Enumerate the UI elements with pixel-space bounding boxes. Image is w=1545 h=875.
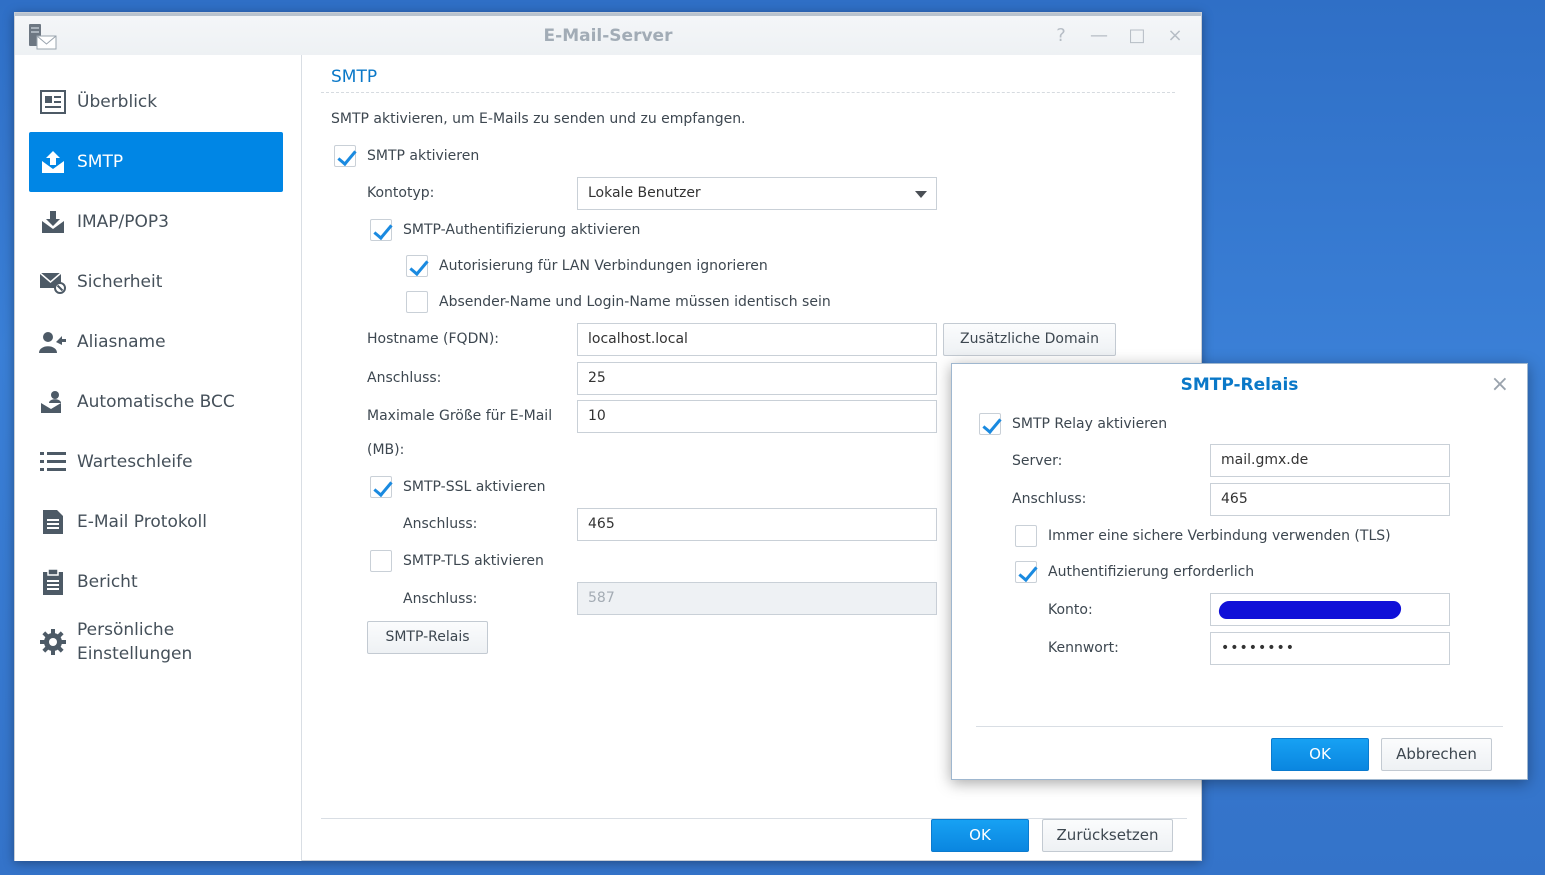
clipboard-report-icon	[39, 568, 67, 596]
hostname-input[interactable]: localhost.local	[577, 323, 937, 356]
ok-button[interactable]: OK	[931, 819, 1029, 852]
account-type-select[interactable]: Lokale Benutzer	[577, 177, 937, 210]
max-size-input[interactable]: 10	[577, 400, 937, 433]
relay-port-input[interactable]: 465	[1210, 483, 1450, 516]
account-type-label: Kontotyp:	[367, 185, 435, 201]
sidebar-item-imap-pop3[interactable]: IMAP/POP3	[29, 192, 283, 252]
ssl-enable-checkbox[interactable]	[370, 476, 392, 498]
tls-enable-checkbox[interactable]	[370, 550, 392, 572]
gear-icon	[39, 628, 67, 656]
password-input[interactable]: ••••••••	[1210, 632, 1450, 665]
sidebar-item-queue[interactable]: Warteschleife	[29, 432, 283, 492]
reset-button[interactable]: Zurücksetzen	[1042, 819, 1173, 852]
title-bar: E-Mail-Server ? — □ ×	[15, 13, 1201, 55]
tls-enable-label: SMTP-TLS aktivieren	[403, 553, 544, 569]
sidebar-item-personal-settings[interactable]: Persönliche Einstellungen	[29, 612, 283, 672]
password-label: Kennwort:	[1048, 640, 1119, 656]
sidebar-item-label: Sicherheit	[77, 272, 163, 292]
auth-required-checkbox[interactable]	[1015, 561, 1037, 583]
hostname-label: Hostname (FQDN):	[367, 331, 499, 347]
maximize-icon[interactable]: □	[1127, 26, 1147, 46]
smtp-auth-label: SMTP-Authentifizierung aktivieren	[403, 222, 641, 238]
sidebar-item-label: SMTP	[77, 152, 124, 172]
server-input[interactable]: mail.gmx.de	[1210, 444, 1450, 477]
sidebar-item-security[interactable]: Sicherheit	[29, 252, 283, 312]
server-label: Server:	[1012, 453, 1063, 469]
window-title: E-Mail-Server	[543, 26, 673, 46]
smtp-auth-checkbox[interactable]	[370, 219, 392, 241]
lan-ignore-label: Autorisierung für LAN Verbindungen ignor…	[439, 258, 768, 274]
sidebar: Überblick SMTP IMAP/POP3 Sicherheit Alia…	[15, 55, 302, 861]
port-input[interactable]: 25	[577, 362, 937, 395]
sidebar-item-overview[interactable]: Überblick	[29, 72, 283, 132]
sidebar-item-label: E-Mail Protokoll	[77, 512, 207, 532]
tls-port-label: Anschluss:	[403, 591, 478, 607]
smtp-relay-dialog: SMTP-Relais × SMTP Relay aktivieren Serv…	[951, 363, 1528, 780]
imap-download-icon	[39, 208, 67, 236]
section-title: SMTP	[331, 67, 378, 87]
sidebar-item-alias[interactable]: Aliasname	[29, 312, 283, 372]
log-document-icon	[39, 508, 67, 536]
minimize-icon[interactable]: —	[1089, 26, 1109, 46]
lan-ignore-checkbox[interactable]	[406, 255, 428, 277]
smtp-relay-button[interactable]: SMTP-Relais	[367, 621, 488, 654]
divider	[321, 92, 1175, 93]
sidebar-item-auto-bcc[interactable]: Automatische BCC	[29, 372, 283, 432]
redaction-mark	[1217, 601, 1403, 619]
max-size-unit-label: (MB):	[367, 442, 405, 458]
auth-required-label: Authentifizierung erforderlich	[1048, 564, 1255, 580]
sidebar-item-label: Automatische BCC	[77, 392, 235, 412]
port-label: Anschluss:	[367, 370, 442, 386]
overview-icon	[39, 88, 67, 116]
sidebar-item-label: Persönliche	[77, 620, 175, 640]
sender-login-label: Absender-Name und Login-Name müssen iden…	[439, 294, 831, 310]
relay-enable-checkbox[interactable]	[979, 413, 1001, 435]
dialog-ok-button[interactable]: OK	[1271, 738, 1369, 771]
dialog-title: SMTP-Relais	[1180, 375, 1299, 395]
sidebar-item-label: Aliasname	[77, 332, 166, 352]
ssl-enable-label: SMTP-SSL aktivieren	[403, 479, 546, 495]
list-icon	[39, 448, 67, 476]
relay-enable-label: SMTP Relay aktivieren	[1012, 416, 1168, 432]
tls-always-label: Immer eine sichere Verbindung verwenden …	[1048, 528, 1391, 544]
smtp-enable-checkbox[interactable]	[334, 145, 356, 167]
account-input[interactable]	[1210, 593, 1450, 626]
smtp-enable-label: SMTP aktivieren	[367, 148, 480, 164]
dialog-divider	[976, 726, 1503, 727]
help-icon[interactable]: ?	[1051, 26, 1071, 46]
sidebar-item-label: Überblick	[77, 92, 158, 112]
sidebar-item-label: Einstellungen	[77, 644, 193, 664]
sidebar-item-report[interactable]: Bericht	[29, 552, 283, 612]
sidebar-item-label: IMAP/POP3	[77, 212, 169, 232]
tls-always-checkbox[interactable]	[1015, 525, 1037, 547]
sidebar-item-email-log[interactable]: E-Mail Protokoll	[29, 492, 283, 552]
section-description: SMTP aktivieren, um E-Mails zu senden un…	[331, 111, 746, 127]
close-icon[interactable]: ×	[1165, 26, 1185, 46]
sidebar-item-smtp[interactable]: SMTP	[29, 132, 283, 192]
mail-security-icon	[39, 268, 67, 296]
ssl-port-label: Anschluss:	[403, 516, 478, 532]
chevron-down-icon	[915, 191, 927, 198]
dialog-cancel-button[interactable]: Abbrechen	[1381, 738, 1492, 771]
additional-domain-button[interactable]: Zusätzliche Domain	[943, 323, 1116, 356]
sidebar-item-label: Warteschleife	[77, 452, 193, 472]
smtp-upload-icon	[39, 148, 67, 176]
tls-port-input[interactable]: 587	[577, 582, 937, 615]
ssl-port-input[interactable]: 465	[577, 508, 937, 541]
bcc-icon	[39, 388, 67, 416]
account-type-value: Lokale Benutzer	[588, 185, 701, 201]
account-label: Konto:	[1048, 602, 1093, 618]
alias-user-icon	[39, 328, 67, 356]
max-size-label: Maximale Größe für E-Mail	[367, 408, 553, 424]
sidebar-item-label: Bericht	[77, 572, 138, 592]
sender-login-checkbox[interactable]	[406, 291, 428, 313]
relay-port-label: Anschluss:	[1012, 491, 1087, 507]
close-icon[interactable]: ×	[1491, 372, 1509, 397]
